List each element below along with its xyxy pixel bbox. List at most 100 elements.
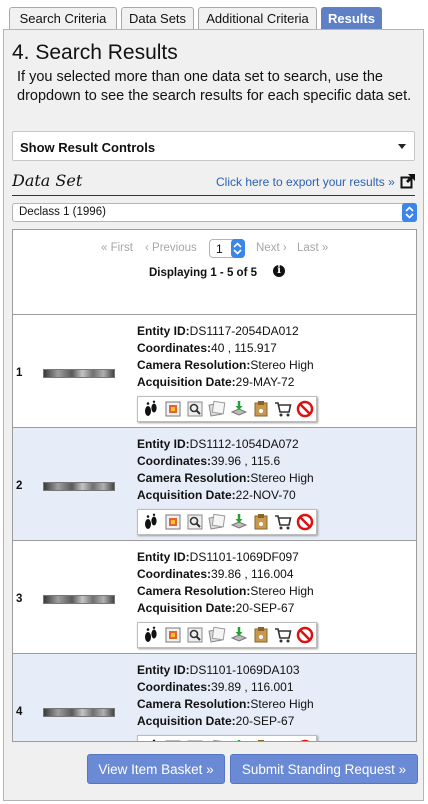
compare-icon[interactable] xyxy=(208,400,226,418)
result-number: 2 xyxy=(16,480,23,492)
acquisition-date-label: Acquisition Date: xyxy=(137,601,236,615)
displaying-count: Displaying 1 - 5 of 5 xyxy=(149,267,257,279)
entity-id-label: Entity ID: xyxy=(137,324,190,338)
last-page-link[interactable]: Last » xyxy=(297,242,328,254)
tab-search-criteria[interactable]: Search Criteria xyxy=(9,7,117,29)
order-icon[interactable] xyxy=(252,739,270,742)
coordinates-label: Coordinates: xyxy=(137,567,212,581)
footprint-icon[interactable] xyxy=(142,739,160,742)
caret-down-icon xyxy=(398,144,406,149)
order-icon[interactable] xyxy=(252,513,270,531)
result-metadata: Entity ID:DS1101-1069DA103 Coordinates:3… xyxy=(137,662,314,730)
result-metadata: Entity ID:DS1117-2054DA012 Coordinates:4… xyxy=(137,323,314,391)
page-number-select[interactable]: 1 xyxy=(209,239,245,258)
coordinates-value: 39.89 , 116.001 xyxy=(211,680,294,694)
cart-icon[interactable] xyxy=(274,513,292,531)
view-item-basket-button[interactable]: View Item Basket » xyxy=(87,754,225,784)
footprint-icon[interactable] xyxy=(142,400,160,418)
entity-id-value: DS1101-1069DA103 xyxy=(189,663,300,677)
exclude-icon[interactable] xyxy=(296,739,314,742)
tab-additional-criteria[interactable]: Additional Criteria xyxy=(198,7,317,29)
metadata-icon[interactable] xyxy=(186,626,204,644)
previous-page-link[interactable]: ‹ Previous xyxy=(145,242,197,254)
camera-resolution-label: Camera Resolution: xyxy=(137,471,251,485)
show-result-controls[interactable]: Show Result Controls xyxy=(12,131,415,161)
cart-icon[interactable] xyxy=(274,626,292,644)
tab-data-sets[interactable]: Data Sets xyxy=(121,7,194,29)
data-set-select-value: Declass 1 (1996) xyxy=(19,206,106,218)
result-row: 3 Entity ID:DS1101-1069DF097 Coordinates… xyxy=(13,540,416,653)
overlay-icon[interactable] xyxy=(164,513,182,531)
camera-resolution-label: Camera Resolution: xyxy=(137,358,251,372)
result-number: 3 xyxy=(16,593,23,605)
order-icon[interactable] xyxy=(252,400,270,418)
coordinates-label: Coordinates: xyxy=(137,454,212,468)
entity-id-value: DS1117-2054DA012 xyxy=(189,324,299,338)
result-actions xyxy=(137,735,317,742)
entity-id-value: DS1101-1069DF097 xyxy=(189,550,299,564)
browse-thumbnail[interactable] xyxy=(43,595,115,604)
metadata-icon[interactable] xyxy=(186,513,204,531)
result-row: 2 Entity ID:DS1112-1054DA072 Coordinates… xyxy=(13,427,416,540)
browse-thumbnail[interactable] xyxy=(43,482,115,491)
browse-thumbnail[interactable] xyxy=(43,708,115,717)
download-icon[interactable] xyxy=(230,513,248,531)
data-set-heading: Data Set xyxy=(12,171,83,190)
results-list: « First ‹ Previous 1 Next › Last » Displ… xyxy=(12,229,417,742)
result-number: 1 xyxy=(16,367,23,379)
exclude-icon[interactable] xyxy=(296,513,314,531)
cart-icon[interactable] xyxy=(274,739,292,742)
metadata-icon[interactable] xyxy=(186,739,204,742)
coordinates-value: 39.86 , 116.004 xyxy=(211,567,294,581)
page-title: 4. Search Results xyxy=(12,41,178,64)
next-page-link[interactable]: Next › xyxy=(256,242,287,254)
camera-resolution-label: Camera Resolution: xyxy=(137,584,251,598)
acquisition-date-value: 20-SEP-67 xyxy=(235,714,295,728)
data-set-select[interactable]: Declass 1 (1996) xyxy=(12,203,417,222)
acquisition-date-label: Acquisition Date: xyxy=(137,488,236,502)
footprint-icon[interactable] xyxy=(142,626,160,644)
info-icon[interactable]: i xyxy=(273,265,285,277)
browse-thumbnail[interactable] xyxy=(43,369,115,378)
result-actions xyxy=(137,509,317,535)
exclude-icon[interactable] xyxy=(296,626,314,644)
external-link-icon[interactable] xyxy=(400,173,416,189)
result-actions xyxy=(137,396,317,422)
download-icon[interactable] xyxy=(230,739,248,742)
acquisition-date-value: 29-MAY-72 xyxy=(235,375,295,389)
first-page-link[interactable]: « First xyxy=(101,242,133,254)
result-actions xyxy=(137,622,317,648)
overlay-icon[interactable] xyxy=(164,739,182,742)
divider xyxy=(12,195,415,196)
intro-text: If you selected more than one data set t… xyxy=(17,69,412,104)
overlay-icon[interactable] xyxy=(164,400,182,418)
compare-icon[interactable] xyxy=(208,513,226,531)
coordinates-label: Coordinates: xyxy=(137,341,212,355)
select-arrows-icon xyxy=(231,239,245,258)
exclude-icon[interactable] xyxy=(296,400,314,418)
submit-standing-request-button[interactable]: Submit Standing Request » xyxy=(230,754,418,784)
metadata-icon[interactable] xyxy=(186,400,204,418)
download-icon[interactable] xyxy=(230,626,248,644)
page-number: 1 xyxy=(216,242,223,256)
pagination: « First ‹ Previous 1 Next › Last » xyxy=(13,239,416,259)
compare-icon[interactable] xyxy=(208,739,226,742)
cart-icon[interactable] xyxy=(274,400,292,418)
entity-id-label: Entity ID: xyxy=(137,437,190,451)
coordinates-value: 40 , 115.917 xyxy=(211,341,277,355)
acquisition-date-value: 20-SEP-67 xyxy=(235,601,295,615)
order-icon[interactable] xyxy=(252,626,270,644)
download-icon[interactable] xyxy=(230,400,248,418)
footprint-icon[interactable] xyxy=(142,513,160,531)
camera-resolution-value: Stereo High xyxy=(250,584,314,598)
overlay-icon[interactable] xyxy=(164,626,182,644)
tab-results[interactable]: Results xyxy=(321,7,382,29)
acquisition-date-value: 22-NOV-70 xyxy=(235,488,296,502)
result-row: 1 Entity ID:DS1117-2054DA012 Coordinates… xyxy=(13,314,416,427)
tab-bar: Search Criteria Data Sets Additional Cri… xyxy=(0,0,428,30)
export-results-link[interactable]: Click here to export your results » xyxy=(216,175,395,189)
result-metadata: Entity ID:DS1112-1054DA072 Coordinates:3… xyxy=(137,436,314,504)
compare-icon[interactable] xyxy=(208,626,226,644)
entity-id-value: DS1112-1054DA072 xyxy=(189,437,299,451)
acquisition-date-label: Acquisition Date: xyxy=(137,714,236,728)
